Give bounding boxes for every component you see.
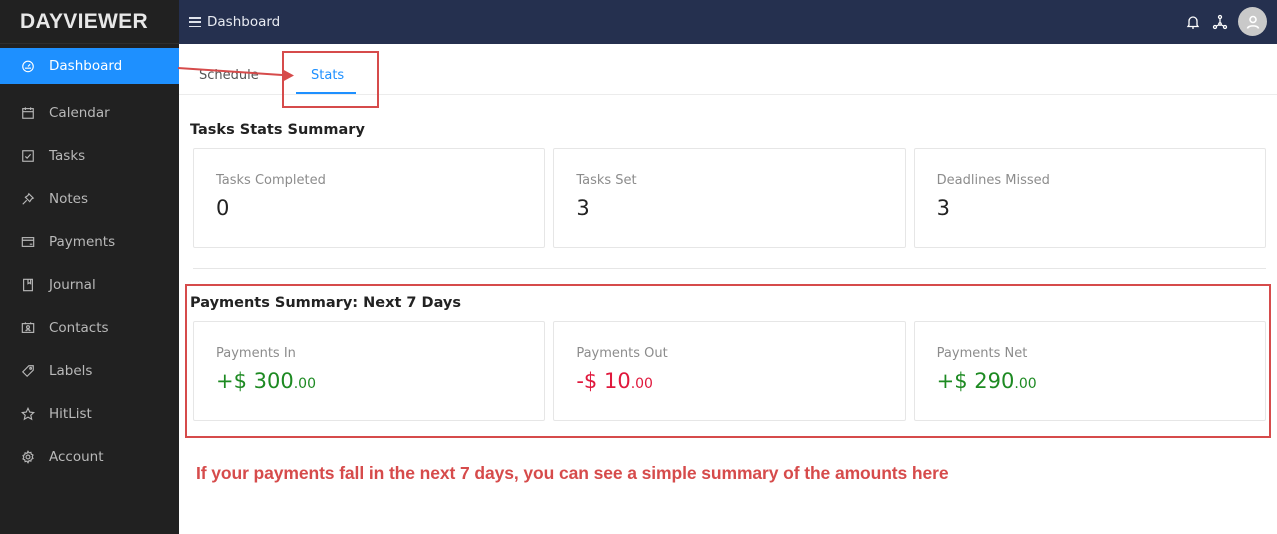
sidebar-item-notes[interactable]: Notes [0, 177, 179, 220]
page-title: Dashboard [207, 14, 281, 30]
sidebar-item-contacts[interactable]: Contacts [0, 306, 179, 349]
payment-amount: +$ 290.00 [937, 369, 1243, 393]
topbar-actions [1184, 7, 1267, 36]
payment-label: Payments Out [576, 346, 668, 361]
amount-cents: .00 [1014, 376, 1037, 392]
tab-schedule[interactable]: Schedule [199, 68, 259, 83]
amount-sign: -$ [576, 369, 604, 393]
payment-amount: +$ 300.00 [216, 369, 522, 393]
tasks-summary-title: Tasks Stats Summary [190, 122, 365, 138]
sidebar-item-label: Calendar [49, 104, 110, 121]
checkbox-icon [21, 149, 35, 163]
topbar: Dashboard [179, 0, 1277, 44]
sidebar-item-label: Journal [49, 276, 96, 293]
stat-card-tasks-set: Tasks Set 3 [553, 148, 906, 248]
amount-whole: 290 [974, 369, 1015, 393]
tasks-stats-cards: Tasks Completed 0 Tasks Set 3 Deadlines … [193, 148, 1266, 248]
tab-stats[interactable]: Stats [311, 68, 344, 83]
amount-whole: 10 [603, 369, 631, 393]
network-icon[interactable] [1211, 13, 1229, 31]
gear-icon [21, 449, 35, 464]
calendar-icon [21, 106, 35, 120]
sidebar: DAYVIEWER Dashboard Calendar Tasks Notes… [0, 0, 179, 534]
amount-sign: +$ [936, 369, 975, 393]
stat-value: 3 [576, 196, 590, 220]
app-window: DAYVIEWER Dashboard Calendar Tasks Notes… [0, 0, 1277, 534]
hamburger-icon[interactable] [189, 16, 201, 28]
payment-card-in: Payments In +$ 300.00 [193, 321, 546, 421]
stat-label: Tasks Completed [216, 173, 326, 188]
payments-summary-title: Payments Summary: Next 7 Days [190, 295, 462, 311]
amount-whole: 300 [253, 369, 294, 393]
sidebar-item-label: Labels [49, 362, 93, 379]
sidebar-item-payments[interactable]: Payments [0, 220, 179, 263]
pin-icon [21, 192, 35, 206]
main-content: Schedule Stats Tasks Stats Summary Tasks… [179, 44, 1277, 534]
amount-cents: .00 [630, 376, 653, 392]
payment-amount: -$ 10.00 [576, 369, 882, 393]
sidebar-item-label: Contacts [49, 319, 109, 336]
payments-summary-cards: Payments In +$ 300.00 Payments Out -$ 10… [193, 321, 1266, 421]
annotation-caption: If your payments fall in the next 7 days… [196, 463, 949, 483]
dashboard-gauge-icon [21, 59, 35, 73]
sidebar-item-label: Tasks [49, 147, 86, 164]
sidebar-item-journal[interactable]: Journal [0, 263, 179, 306]
logo-text: DAYVIEWER [20, 9, 148, 33]
contact-card-icon [21, 321, 35, 335]
sidebar-item-calendar[interactable]: Calendar [0, 91, 179, 134]
sidebar-item-dashboard[interactable]: Dashboard [0, 48, 179, 84]
sidebar-item-hitlist[interactable]: HitList [0, 392, 179, 435]
stat-label: Tasks Set [576, 173, 637, 188]
stat-value: 0 [216, 196, 230, 220]
active-tab-indicator [296, 92, 356, 94]
payment-label: Payments In [216, 346, 296, 361]
stat-card-deadlines-missed: Deadlines Missed 3 [913, 148, 1266, 248]
sidebar-item-label: Notes [49, 190, 88, 207]
credit-card-icon [21, 235, 35, 249]
section-divider [193, 268, 1266, 269]
amount-sign: +$ [216, 369, 254, 393]
sidebar-item-account[interactable]: Account [0, 435, 179, 478]
sidebar-item-label: Payments [49, 233, 116, 250]
payment-label: Payments Net [936, 346, 1028, 361]
book-icon [21, 278, 35, 292]
tab-bar: Schedule Stats [179, 44, 1277, 95]
logo[interactable]: DAYVIEWER [0, 0, 179, 44]
bell-icon[interactable] [1184, 13, 1202, 31]
payment-card-out: Payments Out -$ 10.00 [553, 321, 906, 421]
stat-card-tasks-completed: Tasks Completed 0 [193, 148, 546, 248]
sidebar-item-labels[interactable]: Labels [0, 349, 179, 392]
payment-card-net: Payments Net +$ 290.00 [913, 321, 1266, 421]
sidebar-nav: Dashboard Calendar Tasks Notes Payments … [0, 48, 179, 478]
amount-cents: .00 [293, 376, 316, 392]
stat-value: 3 [936, 196, 951, 220]
star-icon [21, 406, 35, 421]
sidebar-item-label: Dashboard [49, 58, 123, 74]
sidebar-item-tasks[interactable]: Tasks [0, 134, 179, 177]
stat-label: Deadlines Missed [936, 173, 1050, 188]
user-avatar-icon[interactable] [1238, 7, 1267, 36]
sidebar-item-label: Account [49, 448, 104, 465]
tag-icon [21, 364, 35, 378]
sidebar-item-label: HitList [49, 405, 92, 422]
